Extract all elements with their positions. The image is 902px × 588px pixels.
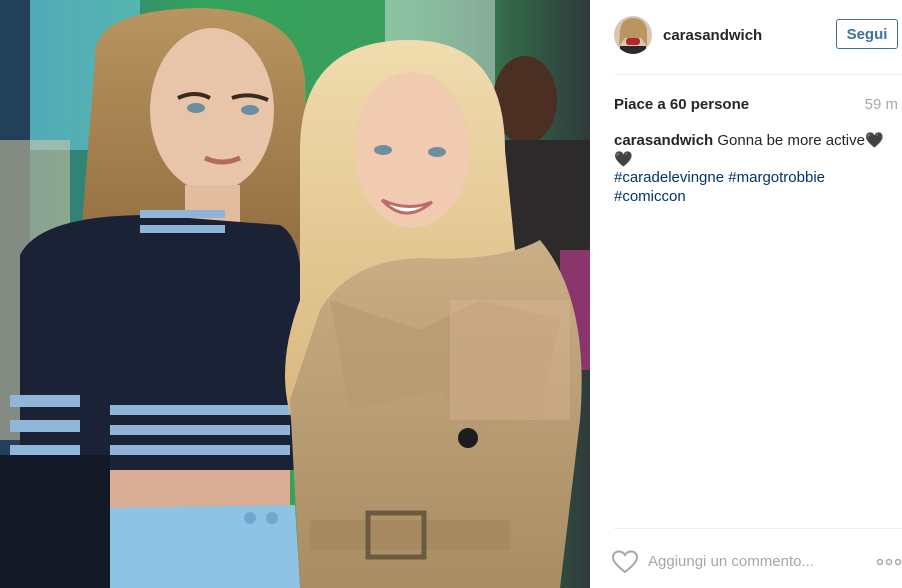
post-dialog: carasandwich Segui Piace a 60 persone 59… [0,0,902,588]
avatar[interactable] [614,16,652,54]
header-username[interactable]: carasandwich [663,27,762,44]
hashtag-caradelevingne[interactable]: #caradelevingne [614,169,724,186]
profile-photo-icon [614,16,652,54]
post-header: carasandwich Segui [590,0,902,74]
footer-divider [614,528,902,529]
follow-button[interactable]: Segui [836,19,898,49]
post-photo[interactable] [0,0,590,588]
heart-icon[interactable] [612,550,638,574]
post-caption: carasandwich Gonna be more active🖤🖤 #car… [614,132,884,206]
header-divider [614,74,902,75]
comment-input[interactable] [648,550,838,572]
hashtag-comiccon[interactable]: #comiccon [614,188,686,205]
hashtag-margotrobbie[interactable]: #margotrobbie [728,169,825,186]
likes-count[interactable]: Piace a 60 persone [614,96,749,113]
caption-username[interactable]: carasandwich [614,132,713,149]
post-photo-illustration [0,0,590,588]
more-options-icon[interactable] [876,554,902,570]
post-timestamp[interactable]: 59 m [865,96,898,113]
post-sidebar: carasandwich Segui Piace a 60 persone 59… [590,0,902,588]
caption-text: Gonna be more active [717,132,865,149]
